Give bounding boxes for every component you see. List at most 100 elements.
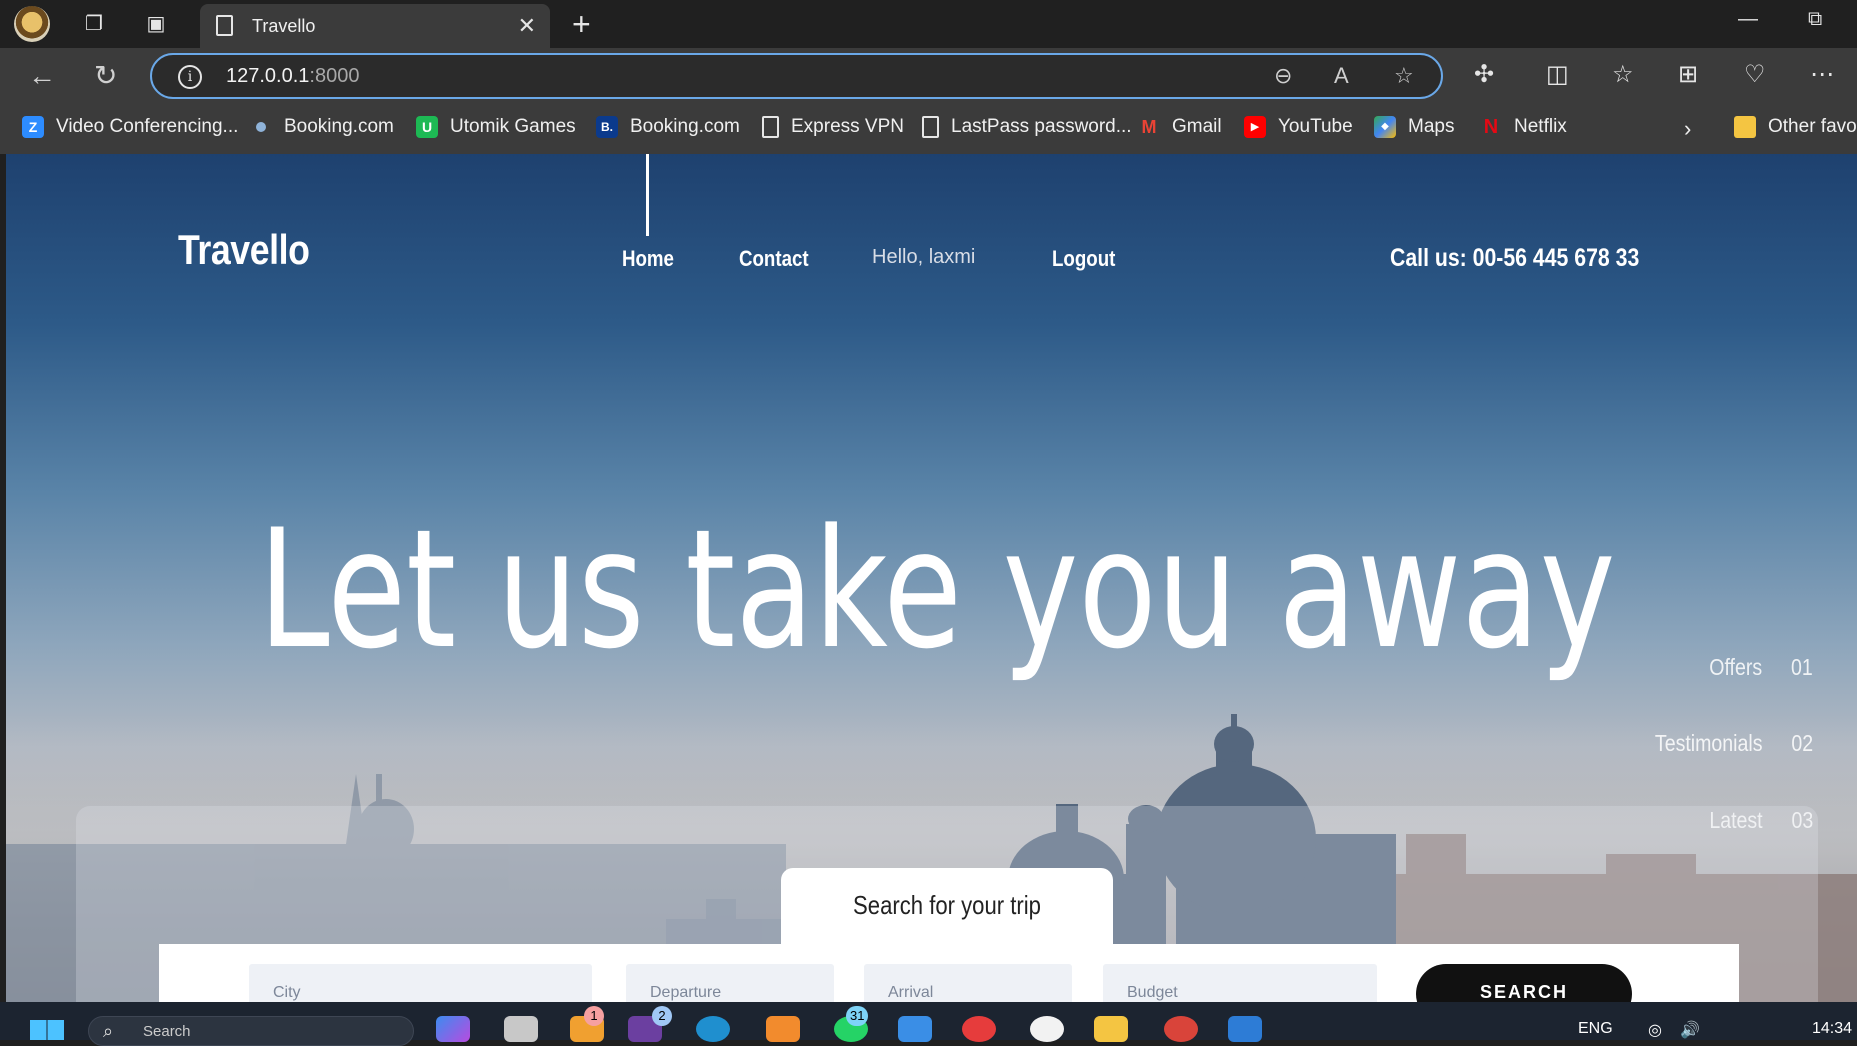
file-explorer-icon[interactable] [1094, 1016, 1128, 1042]
search-tab[interactable]: Search for your trip [781, 868, 1113, 948]
more-menu-icon[interactable]: ⋯ [1810, 60, 1834, 89]
restore-window-icon[interactable]: ⧉ [1808, 8, 1822, 31]
url-text[interactable]: 127.0.0.1:8000 [226, 65, 359, 88]
taskbar-search[interactable]: ⌕ Search [88, 1016, 414, 1046]
bookmark-gmail[interactable]: M Gmail [1138, 116, 1222, 138]
nav-logout[interactable]: Logout [1052, 246, 1115, 272]
side-nav-offers[interactable]: Offers 01 [1709, 654, 1813, 681]
close-tab-icon[interactable]: ✕ [518, 13, 536, 39]
read-aloud-icon[interactable]: A [1334, 63, 1349, 89]
whatsapp-badge: 31 [846, 1006, 869, 1026]
site-logo[interactable]: Travello [178, 226, 310, 274]
side-nav-label: Offers [1709, 654, 1763, 680]
zoom-out-icon[interactable]: ⊖ [1274, 63, 1292, 89]
tab-title: Travello [252, 16, 316, 36]
bookmark-utomik-games[interactable]: U Utomik Games [416, 116, 576, 138]
windows-start-icon[interactable] [30, 1020, 64, 1040]
youtube-icon: ▶ [1244, 116, 1266, 138]
app-circle-icon[interactable] [1030, 1016, 1064, 1042]
url-port: :8000 [309, 65, 360, 87]
bookmark-label: Netflix [1514, 116, 1567, 137]
clock-time[interactable]: 14:34 [1812, 1020, 1852, 1038]
departure-placeholder: Departure [650, 984, 722, 1001]
teams-badge: 2 [652, 1006, 672, 1026]
mail-badge: 1 [584, 1006, 604, 1026]
hero-title: Let us take you away [258, 494, 1616, 685]
workspaces-icon[interactable]: ❐ [80, 10, 108, 38]
split-screen-icon[interactable]: ◫ [1546, 60, 1569, 89]
calendar-app-icon[interactable] [898, 1016, 932, 1042]
side-nav-testimonials[interactable]: Testimonials 02 [1655, 730, 1813, 757]
arrival-placeholder: Arrival [888, 984, 934, 1001]
bookmark-netflix[interactable]: N Netflix [1480, 116, 1567, 138]
bookmark-label: Express VPN [791, 116, 904, 137]
bookmark-video-conferencing[interactable]: Z Video Conferencing... [22, 116, 238, 138]
bookmark-express-vpn[interactable]: Express VPN [762, 116, 904, 138]
bookmark-label: Other favou [1768, 116, 1857, 137]
favorite-star-icon[interactable]: ☆ [1394, 63, 1414, 89]
bookmark-label: Video Conferencing... [56, 116, 239, 137]
nav-home[interactable]: Home [622, 246, 674, 272]
bookmark-label: Booking.com [630, 116, 740, 137]
volume-icon[interactable]: 🔊 [1680, 1020, 1700, 1040]
bookmark-youtube[interactable]: ▶ YouTube [1244, 116, 1353, 138]
travello-page: Travello Home Contact Hello, laxmi Logou… [6, 154, 1857, 1002]
city-placeholder: City [273, 984, 301, 1001]
dot-icon [256, 122, 266, 132]
bookmark-label: LastPass password... [951, 116, 1132, 137]
active-nav-indicator [646, 154, 649, 236]
call-us-phone: Call us: 00-56 445 678 33 [1390, 244, 1640, 272]
search-button[interactable]: SEARCH [1416, 964, 1632, 1002]
chrome-icon[interactable] [962, 1016, 996, 1042]
address-bar[interactable]: i 127.0.0.1:8000 ⊖ A ☆ [150, 53, 1443, 99]
vscode-icon[interactable] [1228, 1016, 1262, 1042]
bookmark-label: YouTube [1278, 116, 1353, 137]
bookmark-lastpass[interactable]: LastPass password... [922, 116, 1132, 138]
bookmark-other-favorites[interactable]: Other favou [1734, 116, 1857, 138]
browser-tab-bar: ❐ ▣ Travello ✕ + — ⧉ [0, 0, 1857, 48]
bookmark-booking-2[interactable]: B. Booking.com [596, 116, 740, 138]
bookmark-maps[interactable]: ◆ Maps [1374, 116, 1454, 138]
side-nav-label: Testimonials [1654, 730, 1763, 756]
firefox-icon[interactable] [766, 1016, 800, 1042]
favorites-icon[interactable]: ☆ [1612, 60, 1634, 89]
city-field[interactable]: City [249, 964, 592, 1002]
site-info-icon[interactable]: i [178, 65, 202, 89]
zoom-icon: Z [22, 116, 44, 138]
bookmark-label: Maps [1408, 116, 1455, 137]
edge-icon[interactable] [696, 1016, 730, 1042]
bookmark-label: Gmail [1172, 116, 1222, 137]
new-tab-icon[interactable]: + [572, 6, 591, 43]
utomik-icon: U [416, 116, 438, 138]
profile-avatar[interactable] [14, 6, 50, 42]
user-greeting: Hello, laxmi [872, 246, 976, 268]
profile-app-icon[interactable] [1164, 1016, 1198, 1042]
taskbar-search-placeholder: Search [143, 1023, 191, 1040]
bookmark-booking-1[interactable]: Booking.com [256, 116, 394, 138]
performance-icon[interactable]: ♡ [1744, 60, 1766, 89]
back-arrow-icon[interactable]: ← [28, 60, 56, 92]
refresh-icon[interactable]: ↻ [94, 60, 117, 92]
side-nav-number: 01 [1791, 654, 1813, 680]
minimize-icon[interactable]: — [1738, 8, 1758, 31]
bookmarks-overflow-chevron-icon[interactable]: › [1684, 116, 1691, 142]
network-icon[interactable]: ◎ [1648, 1020, 1662, 1040]
nav-contact[interactable]: Contact [739, 246, 809, 272]
maps-icon: ◆ [1374, 116, 1396, 138]
language-indicator[interactable]: ENG [1578, 1020, 1613, 1038]
gmail-icon: M [1141, 117, 1157, 137]
departure-field[interactable]: Departure [626, 964, 834, 1002]
budget-placeholder: Budget [1127, 984, 1178, 1001]
folder-icon [1734, 116, 1756, 138]
vertical-tabs-icon[interactable]: ▣ [142, 10, 170, 38]
search-tab-label: Search for your trip [853, 890, 1041, 920]
page-document-icon [216, 15, 233, 36]
budget-field[interactable]: Budget [1103, 964, 1377, 1002]
copilot-icon[interactable] [436, 1016, 470, 1042]
extensions-icon[interactable]: ✣ [1474, 60, 1494, 89]
collections-icon[interactable]: ⊞ [1678, 60, 1698, 89]
arrival-field[interactable]: Arrival [864, 964, 1072, 1002]
search-icon: ⌕ [103, 1021, 114, 1041]
file-app-icon[interactable] [504, 1016, 538, 1042]
tab-travello[interactable]: Travello ✕ [200, 4, 550, 48]
